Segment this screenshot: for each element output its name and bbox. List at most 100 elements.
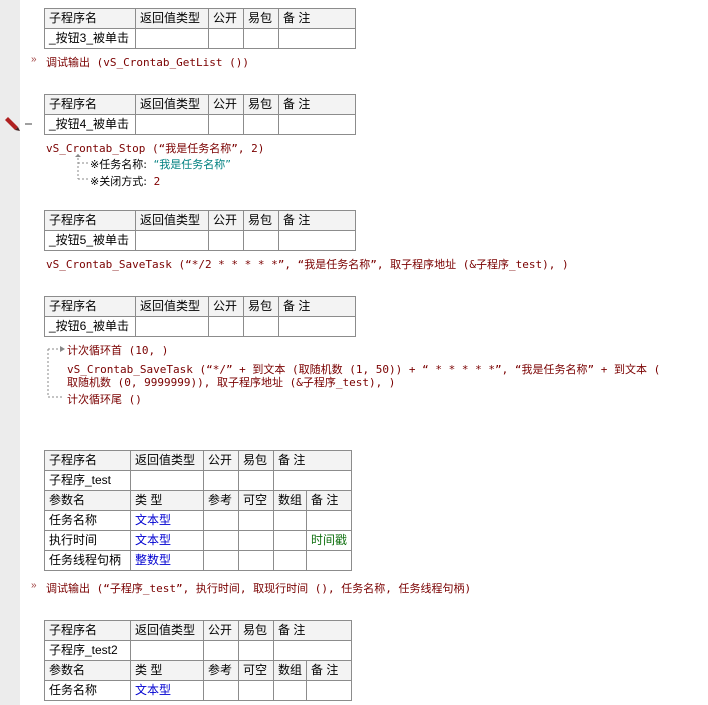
- return-type-cell[interactable]: [135, 316, 209, 337]
- loop-end-line[interactable]: 计次循环尾 (): [67, 391, 142, 407]
- sub-name-cell[interactable]: 子程序_test: [44, 470, 131, 491]
- loop-start-line[interactable]: 计次循环首 (10, ): [67, 342, 168, 358]
- param-type[interactable]: 文本型: [130, 510, 204, 531]
- public-cell[interactable]: [203, 640, 239, 661]
- easy-pack-cell[interactable]: [238, 640, 274, 661]
- param-label: ※关闭方式:: [90, 175, 147, 188]
- param-name[interactable]: 任务名称: [44, 510, 131, 531]
- header-easy-pack: 易包: [243, 296, 279, 317]
- param-hint-row: ※关闭方式: 2: [90, 173, 160, 189]
- param-nullable[interactable]: [238, 680, 274, 701]
- return-type-cell[interactable]: [135, 28, 209, 49]
- param-ref[interactable]: [203, 510, 239, 531]
- param-row[interactable]: 任务线程句柄 整数型: [44, 550, 353, 571]
- header-easy-pack: 易包: [238, 450, 274, 471]
- param-type[interactable]: 整数型: [130, 550, 204, 571]
- param-row[interactable]: 任务名称 文本型: [44, 510, 353, 531]
- param-name[interactable]: 任务线程句柄: [44, 550, 131, 571]
- public-cell[interactable]: [208, 28, 244, 49]
- param-array[interactable]: [272, 680, 308, 701]
- param-header-type: 类 型: [130, 490, 204, 511]
- param-header-array: 数组: [272, 490, 308, 511]
- return-type-cell[interactable]: [130, 470, 204, 491]
- sub-name-cell[interactable]: _按钮3_被单击: [44, 28, 136, 49]
- return-type-cell[interactable]: [130, 640, 204, 661]
- easy-pack-cell[interactable]: [243, 114, 279, 135]
- sub-name-cell[interactable]: _按钮4_被单击: [44, 114, 136, 135]
- header-sub-name: 子程序名: [44, 296, 136, 317]
- public-cell[interactable]: [208, 316, 244, 337]
- param-ref[interactable]: [203, 530, 239, 551]
- tree-connector-icon: [75, 154, 90, 180]
- note-cell[interactable]: [278, 28, 356, 49]
- param-header-name: 参数名: [44, 490, 131, 511]
- param-header-ref: 参考: [203, 660, 239, 681]
- easy-pack-cell[interactable]: [238, 470, 274, 491]
- header-easy-pack: 易包: [243, 210, 279, 231]
- note-cell[interactable]: [278, 230, 356, 251]
- param-type[interactable]: 文本型: [130, 680, 204, 701]
- header-sub-name: 子程序名: [44, 450, 131, 471]
- param-ref[interactable]: [203, 550, 239, 571]
- note-cell[interactable]: [272, 640, 353, 661]
- header-easy-pack: 易包: [243, 8, 279, 29]
- left-gutter: [0, 0, 20, 705]
- easy-pack-cell[interactable]: [243, 230, 279, 251]
- param-name[interactable]: 任务名称: [44, 680, 131, 701]
- return-type-cell[interactable]: [135, 114, 209, 135]
- easy-pack-cell[interactable]: [243, 28, 279, 49]
- param-note[interactable]: 时间戳: [306, 530, 353, 551]
- note-cell[interactable]: [272, 470, 353, 491]
- public-cell[interactable]: [208, 230, 244, 251]
- param-nullable[interactable]: [238, 510, 274, 531]
- param-name[interactable]: 执行时间: [44, 530, 131, 551]
- param-array[interactable]: [272, 510, 308, 531]
- public-cell[interactable]: [203, 470, 239, 491]
- param-header-ref: 参考: [203, 490, 239, 511]
- param-nullable[interactable]: [238, 550, 274, 571]
- header-return-type: 返回值类型: [135, 296, 209, 317]
- param-header-nullable: 可空: [238, 490, 274, 511]
- param-value: “我是任务名称”: [153, 158, 231, 171]
- sub-table-2: 子程序名 返回值类型 公开 易包 备 注 _按钮4_被单击: [44, 94, 356, 135]
- header-public: 公开: [208, 210, 244, 231]
- param-type[interactable]: 文本型: [130, 530, 204, 551]
- param-header-note: 备 注: [306, 490, 353, 511]
- sub-name-cell[interactable]: _按钮5_被单击: [44, 230, 136, 251]
- easy-pack-cell[interactable]: [243, 316, 279, 337]
- param-note[interactable]: [306, 510, 353, 531]
- note-cell[interactable]: [278, 316, 356, 337]
- param-nullable[interactable]: [238, 530, 274, 551]
- code-line-continued[interactable]: 取随机数 (0, 9999999)), 取子程序地址 (&子程序_test), …: [67, 374, 395, 390]
- note-cell[interactable]: [278, 114, 356, 135]
- header-public: 公开: [203, 450, 239, 471]
- pencil-icon[interactable]: [3, 117, 33, 131]
- header-return-type: 返回值类型: [135, 94, 209, 115]
- param-header-name: 参数名: [44, 660, 131, 681]
- param-array[interactable]: [272, 530, 308, 551]
- param-row[interactable]: 执行时间 文本型 时间戳: [44, 530, 353, 551]
- header-sub-name: 子程序名: [44, 620, 131, 641]
- header-note: 备 注: [278, 296, 356, 317]
- return-type-cell[interactable]: [135, 230, 209, 251]
- header-note: 备 注: [278, 94, 356, 115]
- sub-name-cell[interactable]: 子程序_test2: [44, 640, 131, 661]
- param-header-array: 数组: [272, 660, 308, 681]
- param-note[interactable]: [306, 680, 353, 701]
- param-array[interactable]: [272, 550, 308, 571]
- code-line[interactable]: vS_Crontab_SaveTask (“*/2 * * * * *”, “我…: [46, 256, 569, 272]
- param-header-nullable: 可空: [238, 660, 274, 681]
- param-row[interactable]: 任务名称 文本型: [44, 680, 353, 701]
- param-header-type: 类 型: [130, 660, 204, 681]
- sub-name-cell[interactable]: _按钮6_被单击: [44, 316, 136, 337]
- public-cell[interactable]: [208, 114, 244, 135]
- header-public: 公开: [208, 94, 244, 115]
- header-note: 备 注: [272, 450, 353, 471]
- code-line[interactable]: 调试输出 (“子程序_test”, 执行时间, 取现行时间 (), 任务名称, …: [46, 580, 471, 596]
- header-public: 公开: [203, 620, 239, 641]
- debug-arrow-icon: »: [31, 54, 37, 65]
- param-note[interactable]: [306, 550, 353, 571]
- header-return-type: 返回值类型: [130, 620, 204, 641]
- param-ref[interactable]: [203, 680, 239, 701]
- code-line[interactable]: 调试输出 (vS_Crontab_GetList ()): [46, 54, 249, 70]
